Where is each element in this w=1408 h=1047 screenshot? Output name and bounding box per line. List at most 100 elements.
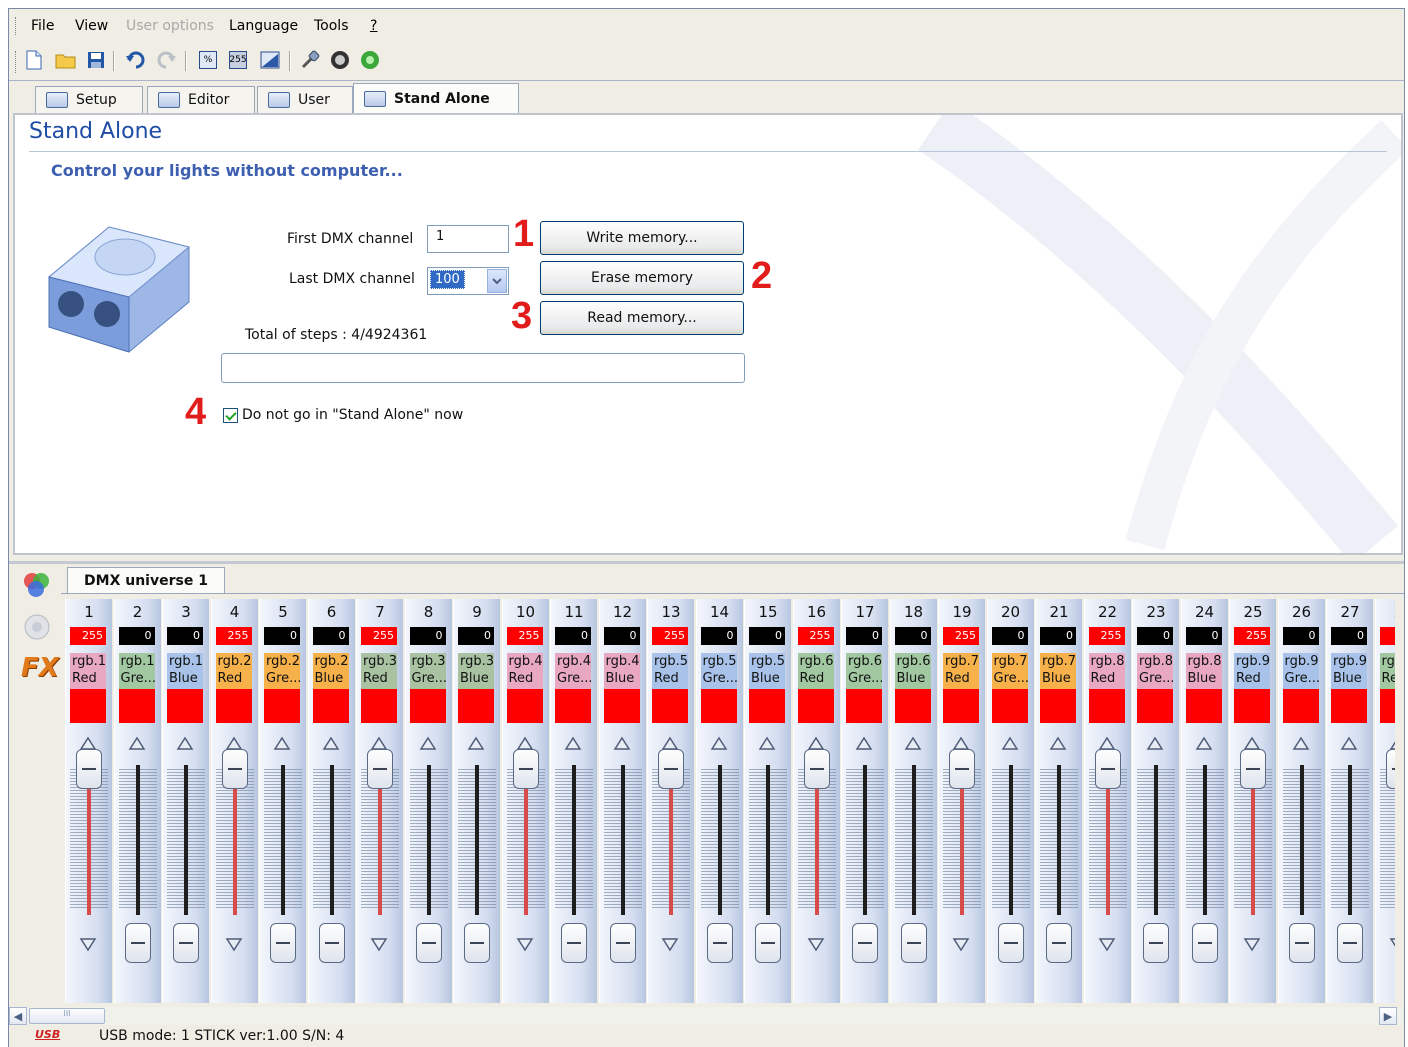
fader-up-icon[interactable] bbox=[466, 735, 486, 753]
menu-language[interactable]: Language bbox=[229, 18, 298, 34]
read-memory-button[interactable]: Read memory... bbox=[540, 301, 744, 335]
fader-down-icon[interactable] bbox=[78, 935, 98, 953]
fader-up-icon[interactable] bbox=[418, 735, 438, 753]
fader-up-icon[interactable] bbox=[272, 735, 292, 753]
fader-track[interactable] bbox=[1008, 765, 1013, 915]
tab-dmx-universe-1[interactable]: DMX universe 1 bbox=[67, 567, 225, 594]
toolbar-grip[interactable] bbox=[15, 51, 18, 73]
fader-knob[interactable] bbox=[173, 923, 199, 963]
fader-knob[interactable] bbox=[561, 923, 587, 963]
fader-up-icon[interactable] bbox=[563, 735, 583, 753]
erase-memory-button[interactable]: Erase memory bbox=[540, 261, 744, 295]
chevron-down-icon[interactable] bbox=[487, 269, 507, 293]
fader-knob[interactable] bbox=[706, 923, 733, 963]
fader-track[interactable] bbox=[281, 765, 285, 915]
fader-down-icon[interactable] bbox=[369, 935, 389, 953]
window-icon[interactable] bbox=[259, 49, 281, 71]
wheel-icon[interactable] bbox=[21, 611, 53, 643]
fader-track[interactable] bbox=[911, 765, 916, 915]
fader-track[interactable] bbox=[717, 765, 722, 915]
menu-user-options[interactable]: User options bbox=[126, 18, 214, 34]
fader-up-icon[interactable] bbox=[321, 735, 341, 753]
fader-knob[interactable] bbox=[803, 749, 830, 789]
fader-knob[interactable] bbox=[1046, 923, 1072, 963]
fader-down-icon[interactable] bbox=[224, 935, 244, 953]
fader-up-icon[interactable] bbox=[854, 735, 874, 753]
fader-down-icon[interactable] bbox=[806, 935, 826, 953]
fader-knob[interactable] bbox=[512, 749, 539, 789]
connect-icon[interactable] bbox=[299, 49, 321, 71]
fader-knob[interactable] bbox=[415, 923, 442, 963]
fader-knob[interactable] bbox=[1191, 923, 1218, 963]
fader-up-icon[interactable] bbox=[903, 735, 923, 753]
web-icon[interactable] bbox=[359, 49, 381, 71]
fader-track[interactable] bbox=[1348, 765, 1352, 915]
menu-tools[interactable]: Tools bbox=[314, 18, 349, 34]
redo-icon[interactable] bbox=[155, 49, 177, 71]
fader-track[interactable] bbox=[329, 765, 334, 915]
fader-up-icon[interactable] bbox=[1291, 735, 1311, 753]
fader-up-icon[interactable] bbox=[709, 735, 729, 753]
fader-track[interactable] bbox=[572, 765, 576, 915]
fader-up-icon[interactable] bbox=[1048, 735, 1068, 753]
fader-down-icon[interactable] bbox=[515, 935, 535, 953]
dmx-in-icon[interactable] bbox=[329, 49, 351, 71]
colors-icon[interactable] bbox=[21, 569, 53, 601]
fader-knob[interactable] bbox=[900, 923, 927, 963]
splitter[interactable] bbox=[9, 561, 1404, 564]
fader-track[interactable] bbox=[1202, 765, 1207, 915]
new-file-icon[interactable] bbox=[23, 49, 45, 71]
last-channel-select[interactable]: 100 bbox=[427, 267, 509, 295]
tab-editor[interactable]: Editor bbox=[147, 86, 255, 113]
fader-knob[interactable] bbox=[367, 749, 393, 789]
tab-stand-alone[interactable]: Stand Alone bbox=[353, 83, 519, 114]
menu-view[interactable]: View bbox=[75, 18, 108, 34]
fader-track[interactable] bbox=[766, 765, 770, 915]
fader-knob[interactable] bbox=[658, 749, 684, 789]
scroll-left-icon[interactable]: ◀ bbox=[9, 1007, 27, 1025]
fader-knob[interactable] bbox=[755, 923, 781, 963]
fader-up-icon[interactable] bbox=[1339, 735, 1359, 753]
fader-knob[interactable] bbox=[270, 923, 296, 963]
open-folder-icon[interactable] bbox=[55, 49, 77, 71]
fader-track[interactable] bbox=[620, 765, 625, 915]
fader-knob[interactable] bbox=[1240, 749, 1266, 789]
fader-knob[interactable] bbox=[1094, 749, 1121, 789]
fader-knob[interactable] bbox=[1143, 923, 1169, 963]
fader-up-icon[interactable] bbox=[175, 735, 195, 753]
fader-knob[interactable] bbox=[609, 923, 636, 963]
fader-knob[interactable] bbox=[1385, 749, 1395, 789]
menu-file[interactable]: File bbox=[31, 18, 54, 34]
fader-knob[interactable] bbox=[318, 923, 345, 963]
fader-up-icon[interactable] bbox=[757, 735, 777, 753]
fader-knob[interactable] bbox=[221, 749, 248, 789]
fader-track[interactable] bbox=[1299, 765, 1304, 915]
percent-mode-button[interactable]: % bbox=[197, 49, 219, 71]
fader-knob[interactable] bbox=[1337, 923, 1363, 963]
fader-up-icon[interactable] bbox=[1194, 735, 1214, 753]
fader-down-icon[interactable] bbox=[1242, 935, 1262, 953]
fader-knob[interactable] bbox=[76, 749, 102, 789]
fader-up-icon[interactable] bbox=[1000, 735, 1020, 753]
fader-up-icon[interactable] bbox=[612, 735, 632, 753]
fader-knob[interactable] bbox=[997, 923, 1024, 963]
fader-knob[interactable] bbox=[852, 923, 878, 963]
scroll-right-icon[interactable]: ▶ bbox=[1379, 1007, 1397, 1025]
save-icon[interactable] bbox=[85, 49, 107, 71]
scroll-thumb[interactable]: III bbox=[29, 1008, 105, 1024]
no-stand-alone-checkbox[interactable] bbox=[223, 408, 238, 423]
write-memory-button[interactable]: Write memory... bbox=[540, 221, 744, 255]
fader-up-icon[interactable] bbox=[127, 735, 147, 753]
fader-track[interactable] bbox=[426, 765, 431, 915]
menu-grip[interactable] bbox=[15, 17, 18, 35]
fader-up-icon[interactable] bbox=[1145, 735, 1165, 753]
fader-track[interactable] bbox=[1057, 765, 1061, 915]
fader-track[interactable] bbox=[135, 765, 140, 915]
fx-icon[interactable]: FX bbox=[21, 653, 59, 685]
fader-down-icon[interactable] bbox=[1388, 935, 1395, 953]
fader-track[interactable] bbox=[475, 765, 479, 915]
fader-track[interactable] bbox=[863, 765, 867, 915]
fader-track[interactable] bbox=[184, 765, 188, 915]
fader-knob[interactable] bbox=[1288, 923, 1315, 963]
fader-knob[interactable] bbox=[124, 923, 151, 963]
